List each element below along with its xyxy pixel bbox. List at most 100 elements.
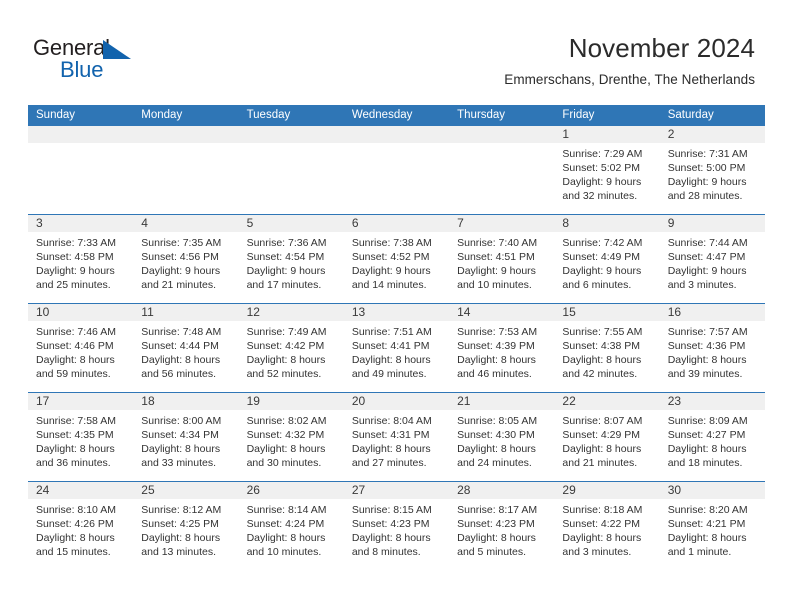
calendar-day-cell[interactable]: 18 Sunrise: 8:00 AM Sunset: 4:34 PM Dayligh… — [133, 392, 239, 482]
sunrise-text: Sunrise: 8:18 AM — [562, 504, 643, 516]
calendar-week-row: 3 Sunrise: 7:33 AM Sunset: 4:58 PM Daylight… — [28, 214, 765, 304]
daylight-text-line1: Daylight: 8 hours — [246, 532, 326, 545]
calendar-day-cell[interactable]: 17 Sunrise: 7:58 AM Sunset: 4:35 PM Dayligh… — [28, 392, 134, 482]
calendar-day-cell[interactable]: 28 Sunrise: 8:17 AM Sunset: 4:23 PM Dayligh… — [449, 481, 555, 570]
daylight-text-line1: Daylight: 8 hours — [246, 443, 326, 456]
calendar-day-cell[interactable]: 13 Sunrise: 7:51 AM Sunset: 4:41 PM Dayligh… — [343, 303, 450, 393]
calendar-day-cell[interactable]: 6 Sunrise: 7:38 AM Sunset: 4:52 PM Daylight… — [343, 214, 450, 304]
daylight-text-line1: Daylight: 8 hours — [141, 354, 221, 367]
calendar-day-cell[interactable]: 7 Sunrise: 7:40 AM Sunset: 4:51 PM Daylight… — [449, 214, 555, 304]
day-number — [28, 126, 134, 143]
sunrise-text: Sunrise: 8:04 AM — [351, 415, 432, 427]
calendar-day-cell[interactable]: 3 Sunrise: 7:33 AM Sunset: 4:58 PM Daylight… — [28, 214, 134, 304]
daylight-text-line2: and 33 minutes. — [141, 457, 216, 470]
page-header: General Blue November 2024 Emmerschans, … — [0, 0, 792, 100]
day-number: 30 — [659, 482, 765, 499]
daylight-text-line1: Daylight: 9 hours — [667, 176, 747, 189]
daylight-text-line2: and 32 minutes. — [562, 190, 638, 203]
sunset-text: Sunset: 4:31 PM — [351, 429, 430, 442]
calendar-day-cell[interactable]: 27 Sunrise: 8:15 AM Sunset: 4:23 PM Dayligh… — [343, 481, 450, 570]
calendar-week-row: 17 Sunrise: 7:58 AM Sunset: 4:35 PM Dayligh… — [28, 392, 765, 482]
calendar-cell-empty — [343, 126, 450, 215]
calendar-cell-empty — [28, 126, 134, 215]
day-number: 7 — [449, 215, 555, 232]
sunrise-text: Sunrise: 8:12 AM — [141, 504, 222, 516]
calendar-day-cell[interactable]: 9 Sunrise: 7:44 AM Sunset: 4:47 PM Daylight… — [659, 214, 765, 304]
calendar-day-cell[interactable]: 20 Sunrise: 8:04 AM Sunset: 4:31 PM Dayligh… — [343, 392, 450, 482]
daylight-text-line2: and 13 minutes. — [141, 546, 216, 559]
calendar-day-cell[interactable]: 25 Sunrise: 8:12 AM Sunset: 4:25 PM Dayligh… — [133, 481, 239, 570]
calendar-day-cell[interactable]: 5 Sunrise: 7:36 AM Sunset: 4:54 PM Daylight… — [238, 214, 344, 304]
day-number: 8 — [554, 215, 660, 232]
generalblue-logo[interactable]: General Blue — [33, 36, 213, 84]
sunset-text: Sunset: 4:27 PM — [667, 429, 746, 442]
calendar-day-cell[interactable]: 26 Sunrise: 8:14 AM Sunset: 4:24 PM Dayligh… — [238, 481, 344, 570]
daylight-text-line2: and 36 minutes. — [36, 457, 111, 470]
day-number: 16 — [659, 304, 765, 321]
sunrise-text: Sunrise: 7:40 AM — [457, 237, 538, 249]
day-number: 22 — [554, 393, 660, 410]
sunrise-text: Sunrise: 7:29 AM — [562, 148, 643, 160]
sunrise-text: Sunrise: 8:00 AM — [141, 415, 222, 427]
weekday-header-tuesday: Tuesday — [238, 105, 344, 126]
daylight-text-line1: Daylight: 9 hours — [667, 265, 747, 278]
calendar-body: 1 Sunrise: 7:29 AM Sunset: 5:02 PM Daylight… — [28, 126, 765, 570]
day-number: 24 — [28, 482, 134, 499]
calendar-day-cell[interactable]: 22 Sunrise: 8:07 AM Sunset: 4:29 PM Dayligh… — [554, 392, 660, 482]
calendar-day-cell[interactable]: 1 Sunrise: 7:29 AM Sunset: 5:02 PM Daylight… — [554, 126, 660, 215]
calendar-week-row: 1 Sunrise: 7:29 AM Sunset: 5:02 PM Daylight… — [28, 126, 765, 215]
calendar-day-cell[interactable]: 8 Sunrise: 7:42 AM Sunset: 4:49 PM Daylight… — [554, 214, 660, 304]
sunrise-text: Sunrise: 7:33 AM — [36, 237, 116, 249]
daylight-text-line1: Daylight: 8 hours — [667, 354, 747, 367]
daylight-text-line1: Daylight: 8 hours — [36, 354, 115, 367]
sunset-text: Sunset: 4:44 PM — [141, 340, 219, 353]
day-number: 25 — [133, 482, 239, 499]
calendar-day-cell[interactable]: 24 Sunrise: 8:10 AM Sunset: 4:26 PM Dayligh… — [28, 481, 134, 570]
calendar-day-cell[interactable]: 12 Sunrise: 7:49 AM Sunset: 4:42 PM Dayligh… — [238, 303, 344, 393]
sunrise-text: Sunrise: 7:35 AM — [141, 237, 222, 249]
calendar-day-cell[interactable]: 23 Sunrise: 8:09 AM Sunset: 4:27 PM Dayligh… — [659, 392, 765, 482]
daylight-text-line2: and 3 minutes. — [562, 546, 632, 559]
daylight-text-line2: and 30 minutes. — [246, 457, 322, 470]
daylight-text-line2: and 49 minutes. — [351, 368, 427, 381]
day-number: 10 — [28, 304, 134, 321]
sunrise-text: Sunrise: 7:46 AM — [36, 326, 116, 338]
day-details: Sunrise: 7:44 AM Sunset: 4:47 PM Daylight:… — [660, 232, 765, 292]
day-details: Sunrise: 7:42 AM Sunset: 4:49 PM Daylight:… — [554, 232, 659, 292]
daylight-text-line1: Daylight: 9 hours — [351, 265, 431, 278]
daylight-text-line1: Daylight: 8 hours — [246, 354, 326, 367]
daylight-text-line1: Daylight: 8 hours — [457, 532, 536, 545]
calendar-day-cell[interactable]: 2 Sunrise: 7:31 AM Sunset: 5:00 PM Daylight… — [659, 126, 765, 215]
sunset-text: Sunset: 4:23 PM — [457, 518, 535, 531]
calendar-day-cell[interactable]: 30 Sunrise: 8:20 AM Sunset: 4:21 PM Dayligh… — [659, 481, 765, 570]
sunset-text: Sunset: 4:23 PM — [351, 518, 430, 531]
day-details: Sunrise: 7:33 AM Sunset: 4:58 PM Daylight:… — [28, 232, 133, 292]
weekday-header-wednesday: Wednesday — [343, 105, 450, 126]
daylight-text-line2: and 52 minutes. — [246, 368, 322, 381]
day-number — [343, 126, 450, 143]
day-number: 1 — [554, 126, 660, 143]
calendar-day-cell[interactable]: 10 Sunrise: 7:46 AM Sunset: 4:46 PM Dayligh… — [28, 303, 134, 393]
day-details: Sunrise: 7:49 AM Sunset: 4:42 PM Daylight:… — [239, 321, 344, 381]
calendar-day-cell[interactable]: 15 Sunrise: 7:55 AM Sunset: 4:38 PM Dayligh… — [554, 303, 660, 393]
daylight-text-line2: and 10 minutes. — [246, 546, 322, 559]
calendar-day-cell[interactable]: 14 Sunrise: 7:53 AM Sunset: 4:39 PM Dayligh… — [449, 303, 555, 393]
calendar-day-cell[interactable]: 29 Sunrise: 8:18 AM Sunset: 4:22 PM Dayligh… — [554, 481, 660, 570]
daylight-text-line1: Daylight: 8 hours — [667, 443, 747, 456]
sunrise-text: Sunrise: 8:10 AM — [36, 504, 116, 516]
day-number: 9 — [659, 215, 765, 232]
sunrise-text: Sunrise: 8:02 AM — [246, 415, 327, 427]
day-number: 19 — [238, 393, 344, 410]
calendar-day-cell[interactable]: 19 Sunrise: 8:02 AM Sunset: 4:32 PM Dayligh… — [238, 392, 344, 482]
day-details: Sunrise: 7:48 AM Sunset: 4:44 PM Daylight:… — [133, 321, 238, 381]
day-number: 14 — [449, 304, 555, 321]
day-details: Sunrise: 8:07 AM Sunset: 4:29 PM Daylight:… — [554, 410, 659, 470]
calendar-day-cell[interactable]: 11 Sunrise: 7:48 AM Sunset: 4:44 PM Dayligh… — [133, 303, 239, 393]
day-number — [449, 126, 555, 143]
calendar-day-cell[interactable]: 16 Sunrise: 7:57 AM Sunset: 4:36 PM Dayligh… — [659, 303, 765, 393]
day-details: Sunrise: 8:00 AM Sunset: 4:34 PM Daylight:… — [133, 410, 238, 470]
sunset-text: Sunset: 4:39 PM — [457, 340, 535, 353]
calendar-day-cell[interactable]: 4 Sunrise: 7:35 AM Sunset: 4:56 PM Daylight… — [133, 214, 239, 304]
daylight-text-line2: and 21 minutes. — [141, 279, 216, 292]
calendar-day-cell[interactable]: 21 Sunrise: 8:05 AM Sunset: 4:30 PM Dayligh… — [449, 392, 555, 482]
